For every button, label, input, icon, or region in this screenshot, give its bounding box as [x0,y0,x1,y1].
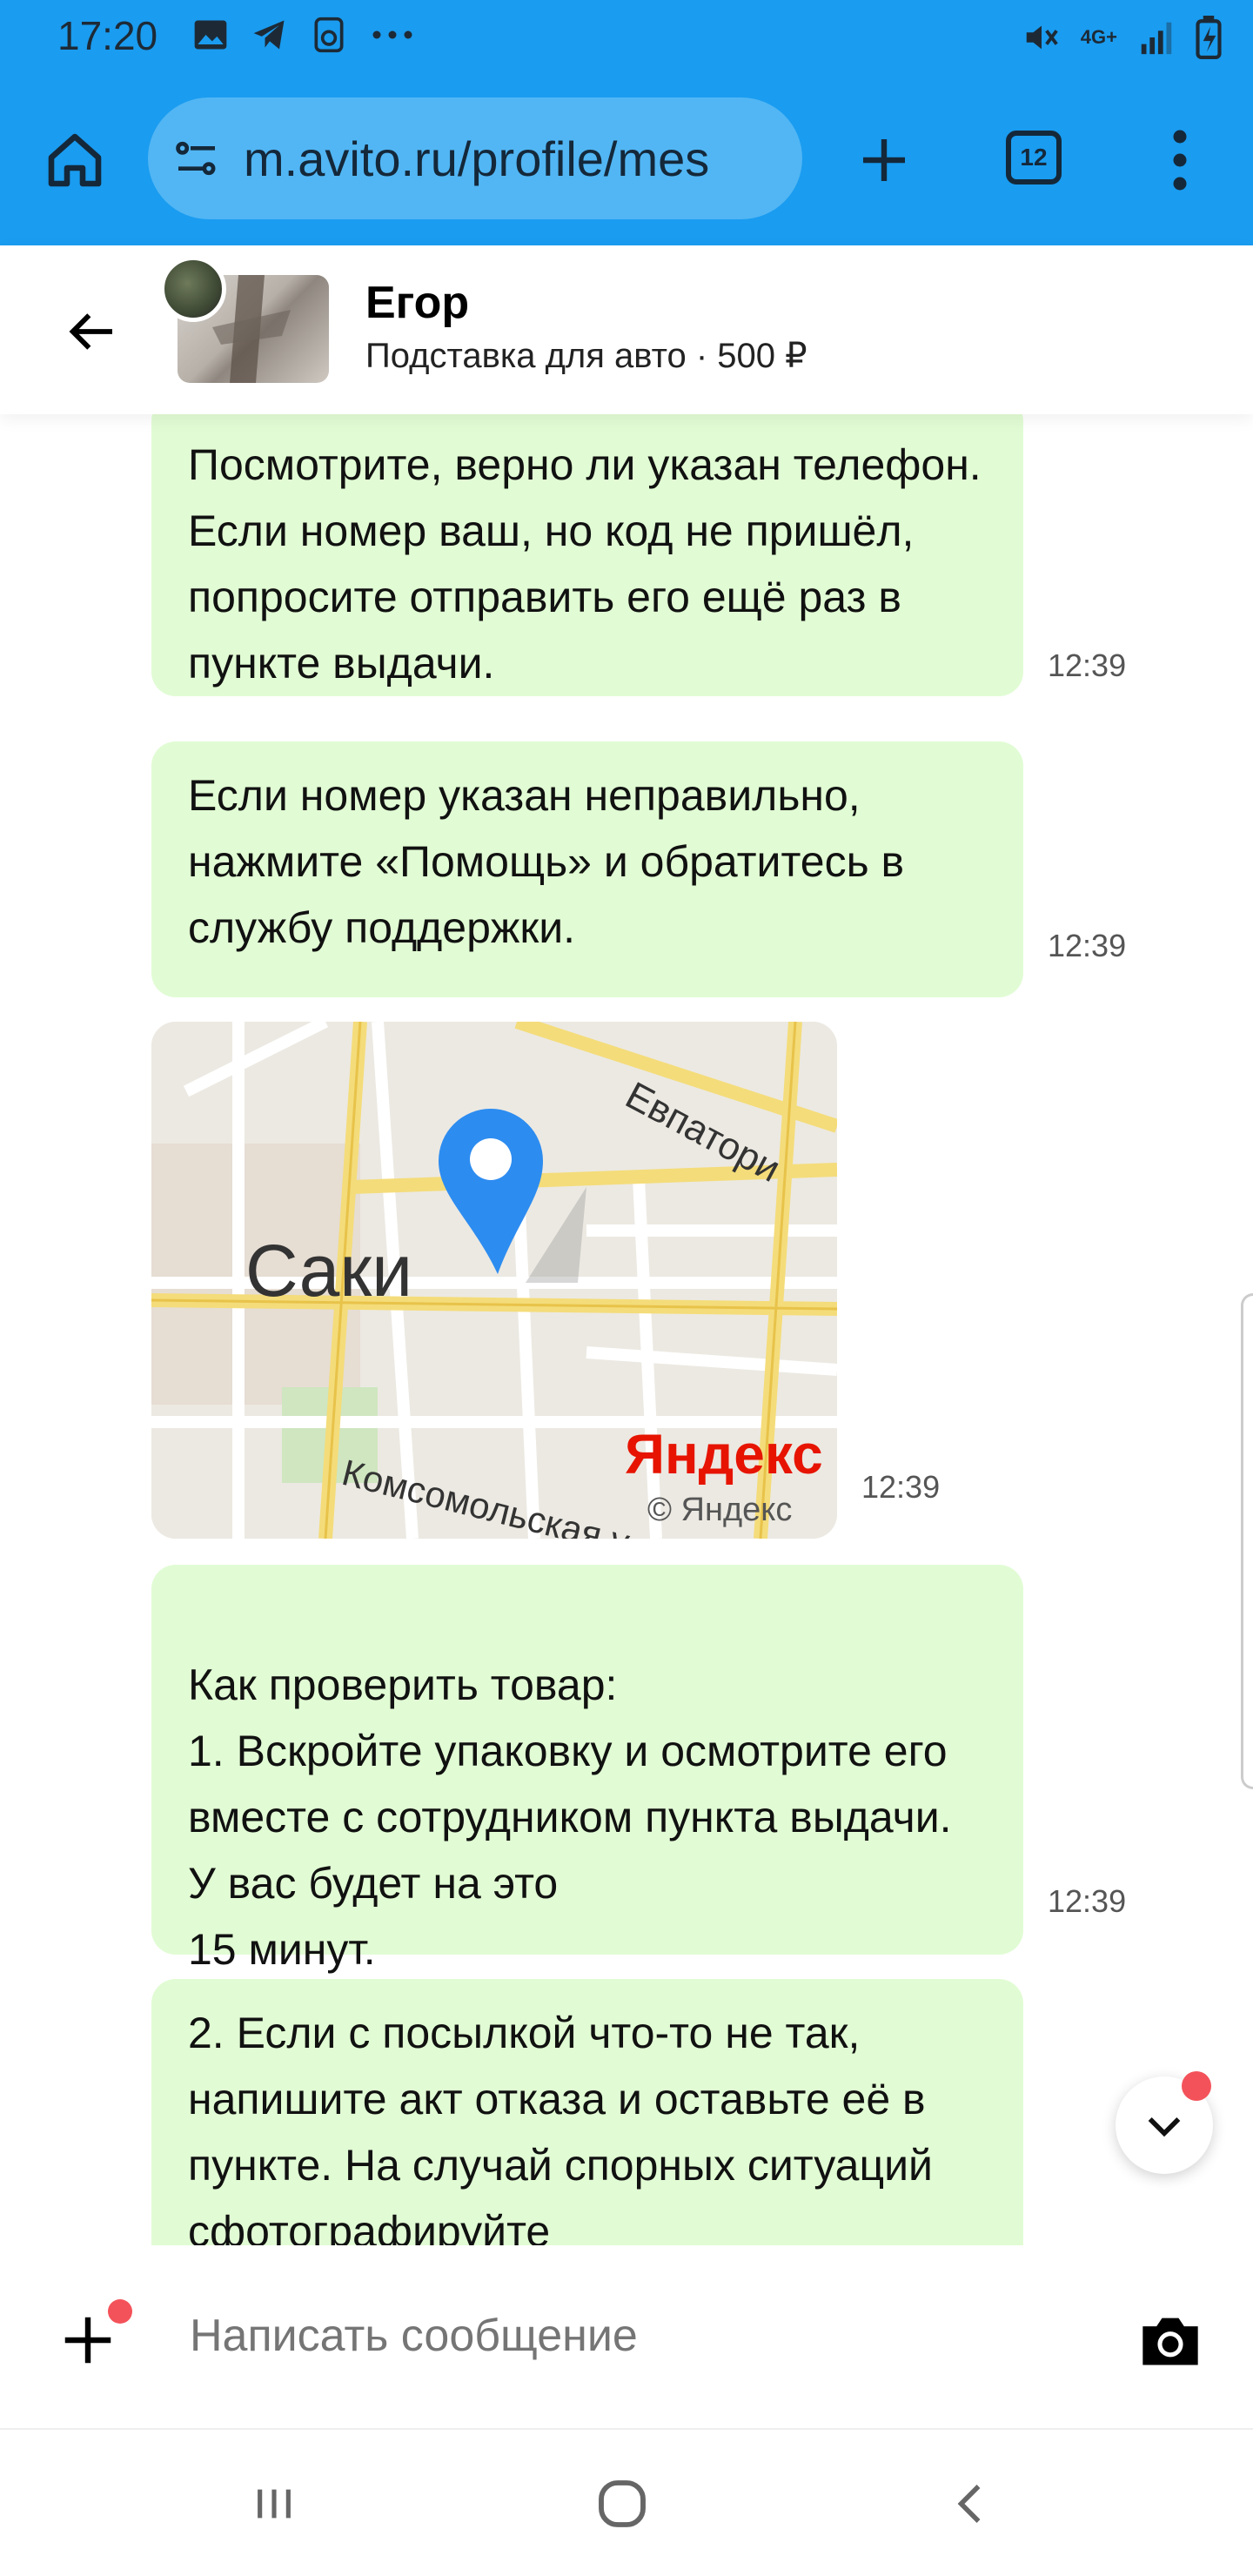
message-time: 12:39 [1048,647,1127,683]
map-city-label: Саки [245,1230,412,1311]
recent-apps-icon [258,2489,291,2519]
home-circle-icon [599,2480,646,2527]
message-bubble: Посмотрите, верно ли указан телефон. Есл… [151,414,1023,696]
sim-icon [314,17,344,53]
plus-icon [863,139,905,181]
map-card[interactable]: Саки Евпатори Комсомольская у Яндекс © Я… [151,1022,837,1539]
url-text: m.avito.ru/profile/mes [244,131,710,186]
vertical-dots-icon [1173,130,1187,191]
camera-button[interactable] [1131,2301,1209,2379]
chevron-left-icon [957,2485,981,2523]
home-icon [48,133,102,187]
recent-apps-button[interactable] [235,2465,313,2543]
camera-icon [1142,2318,1198,2365]
site-settings-icon [176,141,216,176]
back-arrow-icon [69,313,112,350]
new-tab-button[interactable] [844,120,924,200]
back-button[interactable] [52,292,131,371]
message-bubble: Если номер указан неправильно, нажмите «… [151,741,1023,997]
system-navigation-bar [0,2428,1253,2576]
yandex-logo: Яндекс [625,1423,823,1486]
message-text: Как проверить товар: 1. Вскройте упаковк… [188,1660,952,1974]
message-time: 12:39 [1048,1883,1127,1919]
message-input[interactable] [190,2310,1060,2362]
unread-dot [1182,2071,1211,2101]
home-button[interactable] [35,120,115,200]
address-bar[interactable]: m.avito.ru/profile/mes [148,97,802,219]
message-text: 2. Если с посылкой что-то не так, напиши… [188,2009,933,2245]
scroll-to-bottom-button[interactable] [1116,2071,1213,2174]
message-text: Посмотрите, верно ли указан телефон. Есл… [188,440,982,688]
message-bubble: Как проверить товар: 1. Вскройте упаковк… [151,1565,1023,1974]
image-icon [194,20,227,50]
item-title-price[interactable]: Подставка для авто · 500 ₽ [365,336,807,376]
browser-menu-button[interactable] [1140,120,1220,200]
telegram-icon [253,20,285,50]
back-nav-button[interactable] [933,2465,1011,2543]
signal-icon [1141,22,1172,55]
message-bubble: 2. Если с посылкой что-то не так, напиши… [151,1979,1023,2245]
chevron-down-icon [1148,2117,1181,2137]
network-label: 4G+ [1080,26,1117,48]
edge-panel-handle[interactable] [1241,1293,1253,1789]
message-time: 12:39 [1048,928,1127,963]
message-list[interactable]: Посмотрите, верно ли указан телефон. Есл… [0,414,1253,2245]
browser-toolbar: m.avito.ru/profile/mes 12 [0,75,1253,245]
chat-header: Егор Подставка для авто · 500 ₽ [0,245,1253,414]
more-dots-icon [372,30,412,39]
message-composer [0,2245,1253,2428]
attach-button[interactable] [49,2299,132,2379]
contact-name[interactable]: Егор [365,277,469,329]
contact-avatar[interactable] [160,256,226,322]
plus-icon [64,2317,111,2364]
message-text: Если номер указан неправильно, нажмите «… [188,771,905,952]
mute-icon [1026,25,1058,50]
message-time: 12:39 [861,1469,941,1505]
attach-badge-dot [108,2299,132,2324]
map-copyright: © Яндекс [647,1492,793,1528]
battery-icon [1196,16,1222,59]
status-bar: 17:20 4G+ [0,0,1253,75]
tabs-button[interactable]: 12 [1006,131,1062,184]
home-nav-button[interactable] [583,2465,661,2543]
status-time: 17:20 [57,13,158,58]
